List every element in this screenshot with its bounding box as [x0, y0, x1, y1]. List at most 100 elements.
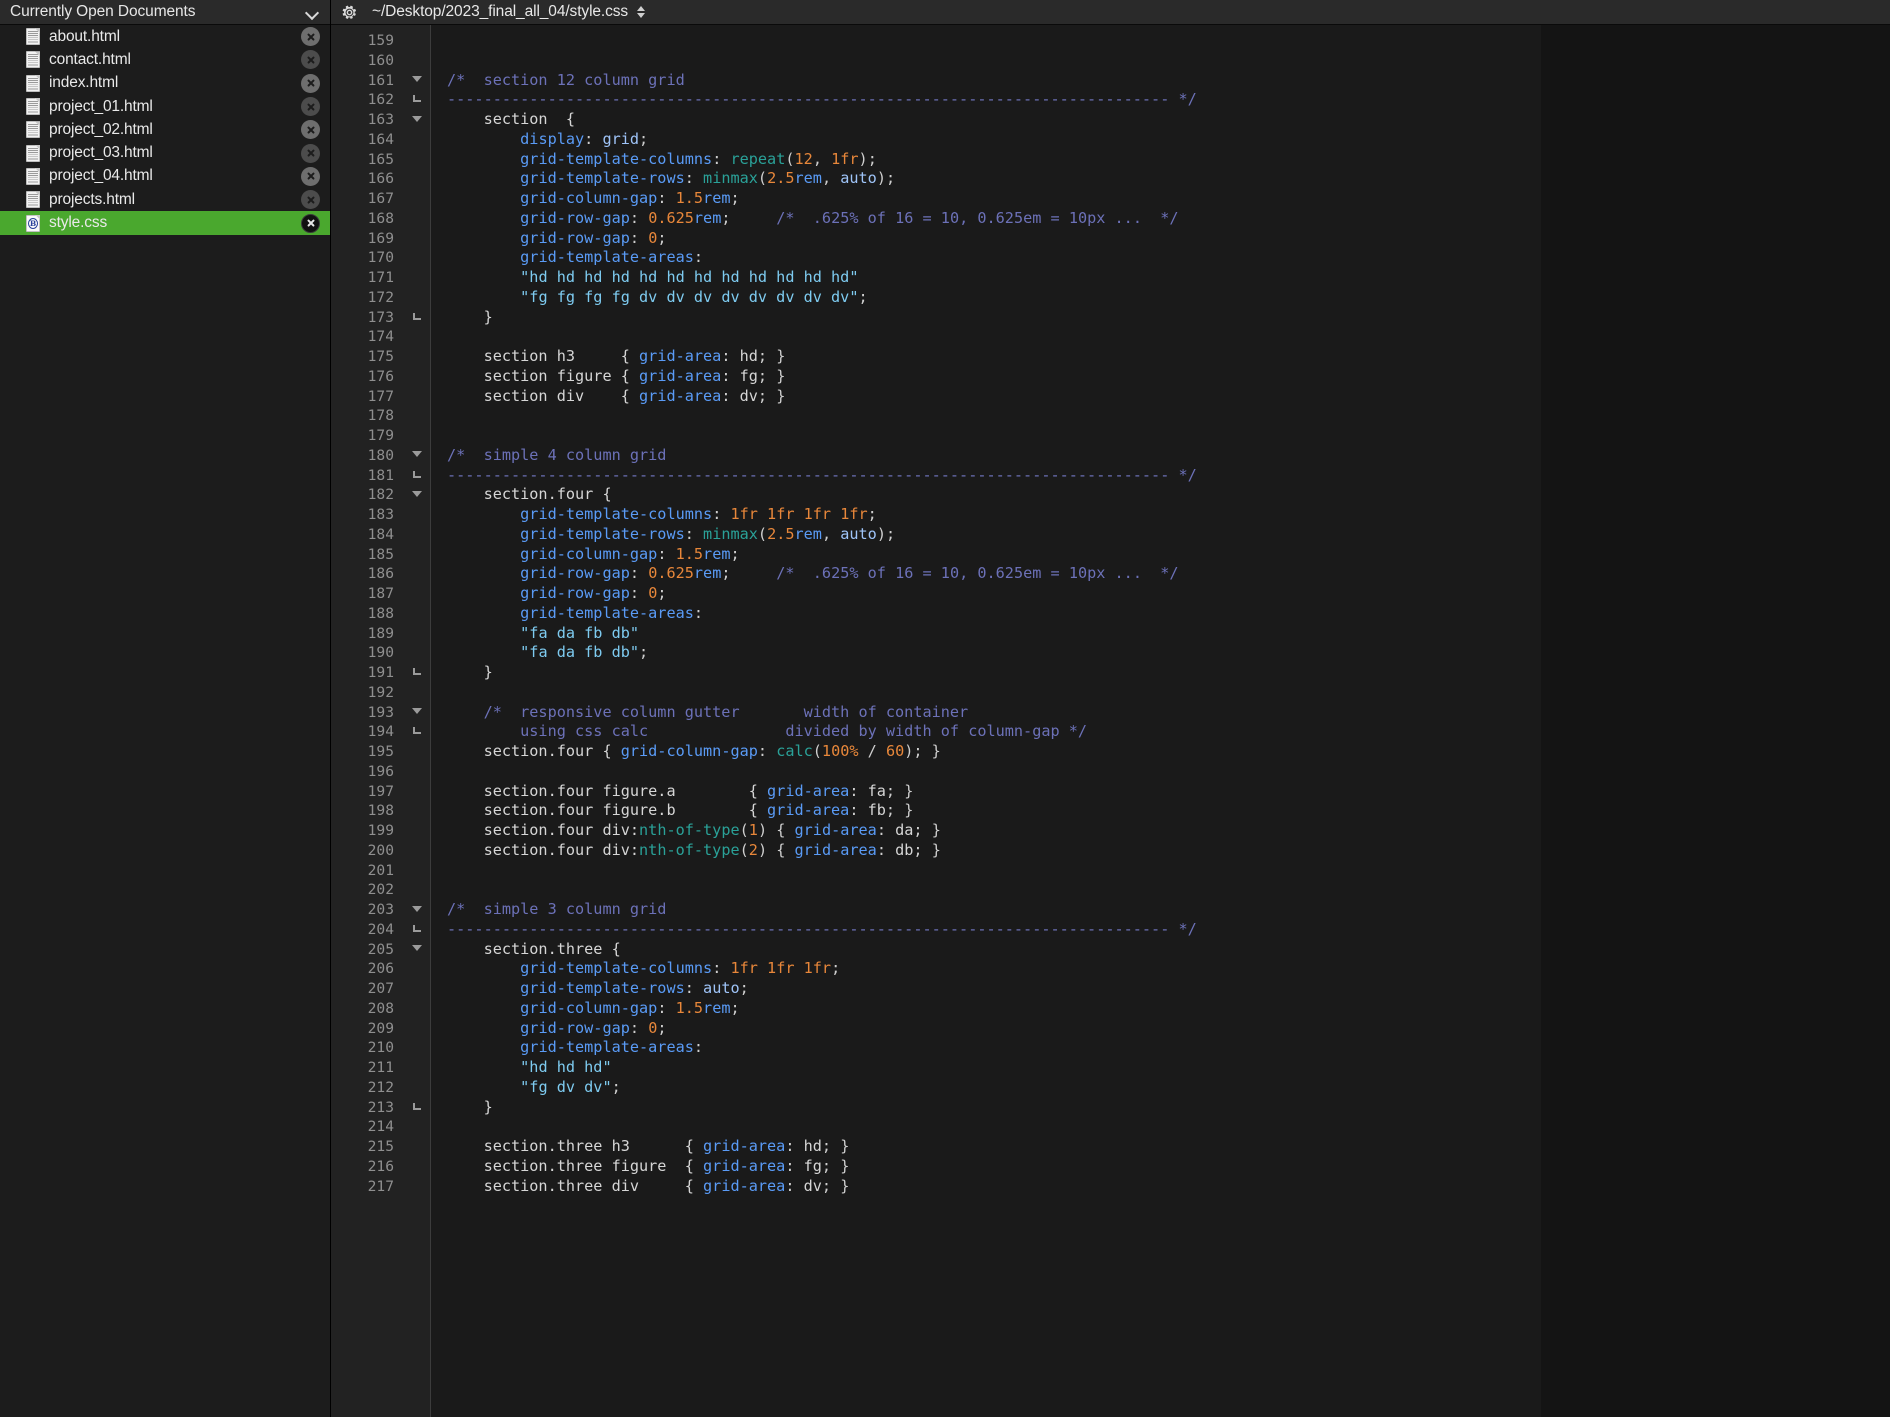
- code-line[interactable]: display: grid;: [447, 130, 1541, 150]
- code-line[interactable]: [447, 31, 1541, 51]
- code-line[interactable]: grid-row-gap: 0;: [447, 1019, 1541, 1039]
- code-text-pane[interactable]: /* section 12 column grid ---------------…: [431, 25, 1541, 1417]
- up-down-chevron-icon[interactable]: [637, 6, 646, 18]
- code-line[interactable]: section div { grid-area: dv; }: [447, 387, 1541, 407]
- code-line[interactable]: grid-column-gap: 1.5rem;: [447, 999, 1541, 1019]
- code-line[interactable]: /* responsive column gutter width of con…: [447, 703, 1541, 723]
- close-circle-icon[interactable]: [301, 97, 320, 117]
- code-line[interactable]: }: [447, 1098, 1541, 1118]
- code-line[interactable]: grid-row-gap: 0;: [447, 584, 1541, 604]
- fold-triangle-icon[interactable]: [403, 71, 430, 91]
- sidebar-header[interactable]: Currently Open Documents: [0, 0, 330, 25]
- code-line[interactable]: grid-template-columns: 1fr 1fr 1fr 1fr;: [447, 505, 1541, 525]
- code-line[interactable]: grid-column-gap: 1.5rem;: [447, 545, 1541, 565]
- fold-end-icon[interactable]: [403, 722, 430, 742]
- code-line[interactable]: grid-template-areas:: [447, 1038, 1541, 1058]
- document-list-item[interactable]: about.html: [0, 25, 330, 48]
- code-line[interactable]: /* section 12 column grid: [447, 71, 1541, 91]
- fold-triangle-icon[interactable]: [403, 900, 430, 920]
- code-line[interactable]: grid-template-areas:: [447, 604, 1541, 624]
- code-line[interactable]: [447, 426, 1541, 446]
- code-line[interactable]: grid-column-gap: 1.5rem;: [447, 189, 1541, 209]
- fold-end-icon[interactable]: [403, 1098, 430, 1118]
- code-line[interactable]: section.three {: [447, 940, 1541, 960]
- code-line[interactable]: grid-template-rows: auto;: [447, 979, 1541, 999]
- close-circle-icon[interactable]: [301, 27, 320, 47]
- document-list-item[interactable]: project_01.html: [0, 95, 330, 118]
- code-line[interactable]: grid-row-gap: 0.625rem; /* .625% of 16 =…: [447, 564, 1541, 584]
- document-list-item[interactable]: contact.html: [0, 48, 330, 71]
- code-line[interactable]: section.four div:nth-of-type(2) { grid-a…: [447, 841, 1541, 861]
- code-token: grid: [602, 129, 640, 148]
- fold-triangle-icon[interactable]: [403, 940, 430, 960]
- code-line[interactable]: section.four { grid-column-gap: calc(100…: [447, 742, 1541, 762]
- close-circle-icon[interactable]: [301, 166, 320, 186]
- code-line[interactable]: "fg dv dv";: [447, 1078, 1541, 1098]
- code-line[interactable]: section.three div { grid-area: dv; }: [447, 1177, 1541, 1197]
- fold-placeholder: [403, 31, 430, 51]
- code-line[interactable]: [447, 1117, 1541, 1137]
- code-line[interactable]: "hd hd hd hd hd hd hd hd hd hd hd hd": [447, 268, 1541, 288]
- code-line[interactable]: grid-template-columns: repeat(12, 1fr);: [447, 150, 1541, 170]
- document-list-item[interactable]: index.html: [0, 72, 330, 95]
- code-line[interactable]: section.four {: [447, 485, 1541, 505]
- code-line[interactable]: grid-template-rows: minmax(2.5rem, auto)…: [447, 525, 1541, 545]
- code-line[interactable]: section h3 { grid-area: hd; }: [447, 347, 1541, 367]
- code-line[interactable]: [447, 861, 1541, 881]
- code-line[interactable]: [447, 880, 1541, 900]
- code-line[interactable]: "fa da fb db": [447, 624, 1541, 644]
- document-list-item[interactable]: project_02.html: [0, 118, 330, 141]
- code-line[interactable]: [447, 762, 1541, 782]
- code-line[interactable]: using css calc divided by width of colum…: [447, 722, 1541, 742]
- code-line[interactable]: }: [447, 663, 1541, 683]
- code-line[interactable]: [447, 406, 1541, 426]
- fold-triangle-icon[interactable]: [403, 446, 430, 466]
- gear-icon[interactable]: [341, 4, 358, 21]
- code-line[interactable]: section.four div:nth-of-type(1) { grid-a…: [447, 821, 1541, 841]
- code-line[interactable]: /* simple 4 column grid: [447, 446, 1541, 466]
- fold-end-icon[interactable]: [403, 663, 430, 683]
- chevron-down-icon[interactable]: [306, 5, 320, 19]
- code-line[interactable]: grid-template-areas:: [447, 248, 1541, 268]
- document-list-item[interactable]: Bstyle.css: [0, 211, 330, 235]
- code-line[interactable]: }: [447, 308, 1541, 328]
- fold-end-icon[interactable]: [403, 308, 430, 328]
- code-line[interactable]: /* simple 3 column grid: [447, 900, 1541, 920]
- code-line[interactable]: grid-row-gap: 0.625rem; /* .625% of 16 =…: [447, 209, 1541, 229]
- code-line[interactable]: [447, 51, 1541, 71]
- code-line[interactable]: "hd hd hd": [447, 1058, 1541, 1078]
- code-line[interactable]: "fg fg fg fg dv dv dv dv dv dv dv dv";: [447, 288, 1541, 308]
- code-line[interactable]: grid-template-rows: minmax(2.5rem, auto)…: [447, 169, 1541, 189]
- document-name-label: project_02.html: [49, 120, 153, 138]
- close-circle-icon[interactable]: [301, 73, 320, 93]
- code-line[interactable]: grid-row-gap: 0;: [447, 229, 1541, 249]
- file-path-label[interactable]: ~/Desktop/2023_final_all_04/style.css: [372, 3, 628, 21]
- document-list-item[interactable]: project_03.html: [0, 141, 330, 164]
- close-circle-icon[interactable]: [301, 120, 320, 140]
- code-line[interactable]: ----------------------------------------…: [447, 920, 1541, 940]
- code-line[interactable]: [447, 683, 1541, 703]
- close-circle-icon[interactable]: [301, 50, 320, 70]
- code-line[interactable]: section.four figure.b { grid-area: fb; }: [447, 801, 1541, 821]
- document-list-item[interactable]: project_04.html: [0, 165, 330, 188]
- code-line[interactable]: grid-template-columns: 1fr 1fr 1fr;: [447, 959, 1541, 979]
- code-line[interactable]: [447, 327, 1541, 347]
- fold-triangle-icon[interactable]: [403, 110, 430, 130]
- code-line[interactable]: section.three h3 { grid-area: hd; }: [447, 1137, 1541, 1157]
- code-line[interactable]: "fa da fb db";: [447, 643, 1541, 663]
- code-line[interactable]: ----------------------------------------…: [447, 466, 1541, 486]
- code-line[interactable]: section.four figure.a { grid-area: fa; }: [447, 782, 1541, 802]
- fold-end-icon[interactable]: [403, 90, 430, 110]
- code-line[interactable]: section {: [447, 110, 1541, 130]
- close-circle-icon[interactable]: [301, 190, 320, 210]
- fold-triangle-icon[interactable]: [403, 703, 430, 723]
- fold-end-icon[interactable]: [403, 920, 430, 940]
- fold-end-icon[interactable]: [403, 466, 430, 486]
- code-line[interactable]: section figure { grid-area: fg; }: [447, 367, 1541, 387]
- close-circle-icon[interactable]: [301, 213, 320, 233]
- code-line[interactable]: section.three figure { grid-area: fg; }: [447, 1157, 1541, 1177]
- close-circle-icon[interactable]: [301, 143, 320, 163]
- code-line[interactable]: ----------------------------------------…: [447, 90, 1541, 110]
- document-list-item[interactable]: projects.html: [0, 188, 330, 211]
- fold-triangle-icon[interactable]: [403, 485, 430, 505]
